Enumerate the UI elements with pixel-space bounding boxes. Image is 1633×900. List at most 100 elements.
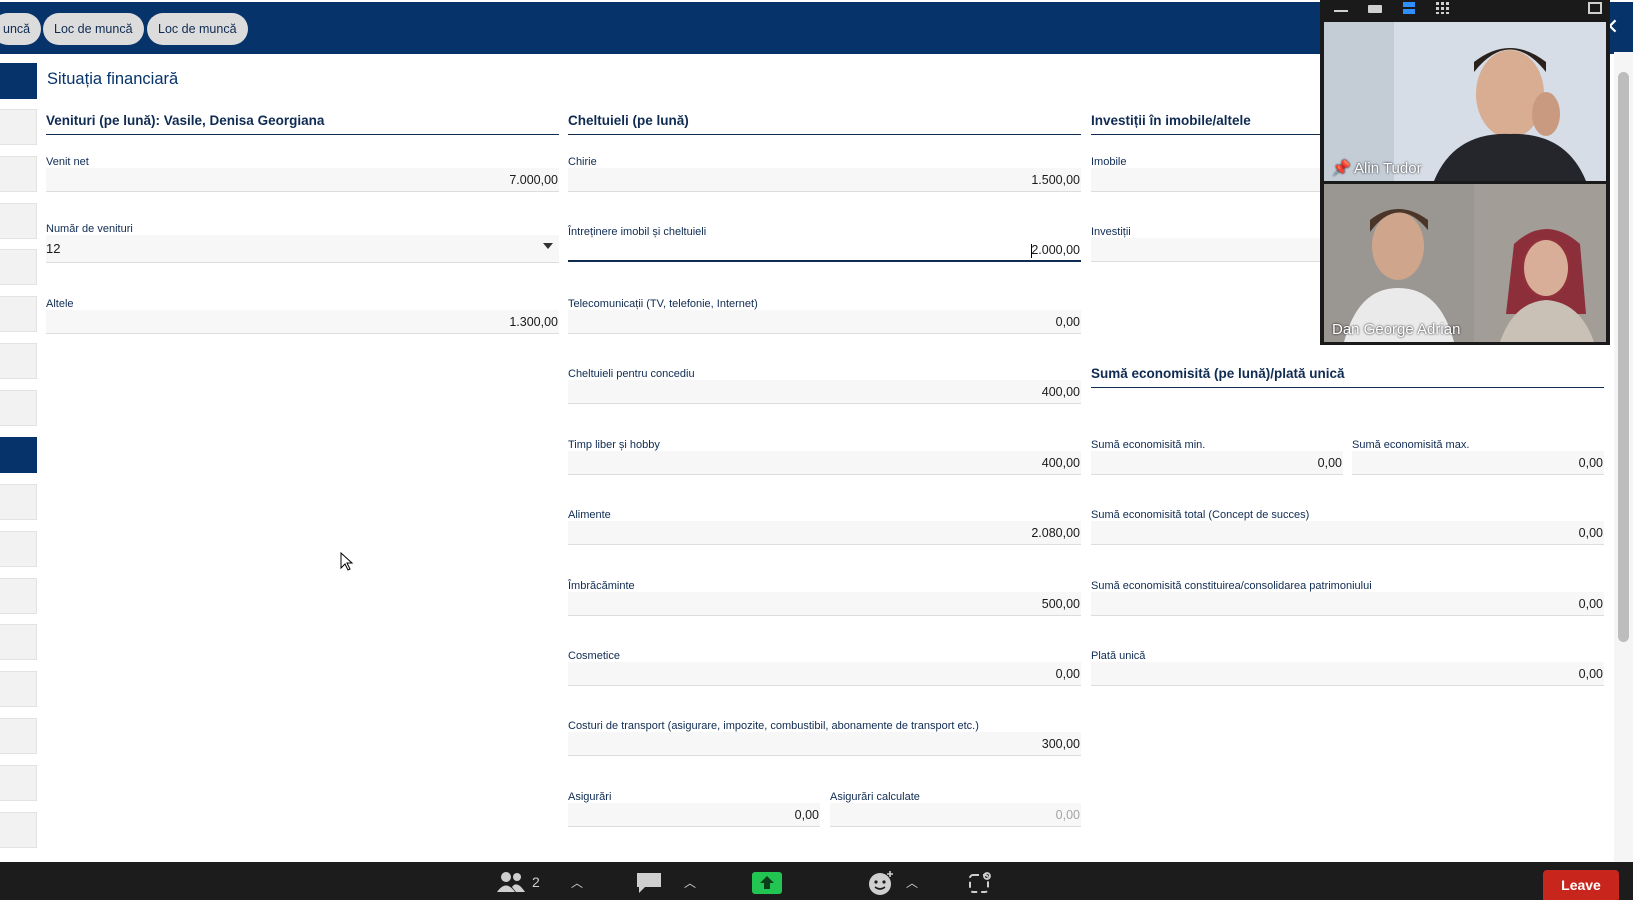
- imbracaminte-label: Îmbrăcăminte: [568, 580, 635, 592]
- sidebar-item-13[interactable]: [0, 624, 37, 660]
- intretinere-input[interactable]: 2.000,00: [568, 238, 1081, 262]
- video-tile-dan-george-adrian[interactable]: Dan George Adrian: [1324, 184, 1606, 342]
- suma-patrimoniu-input[interactable]: 0,00: [1091, 592, 1604, 616]
- participants-icon[interactable]: [496, 871, 526, 893]
- investitii-label: Investiții: [1091, 226, 1131, 238]
- cosmetice-label: Cosmetice: [568, 650, 620, 662]
- venit-net-input[interactable]: 7.000,00: [46, 168, 559, 192]
- mouse-cursor-icon: [340, 552, 354, 571]
- apps-icon[interactable]: [968, 872, 992, 894]
- telecom-field: Telecomunicații (TV, telefonie, Internet…: [568, 298, 1081, 334]
- cosmetice-input[interactable]: 0,00: [568, 662, 1081, 686]
- leave-button[interactable]: Leave: [1543, 870, 1619, 900]
- sidebar-item-10[interactable]: [0, 484, 37, 520]
- transport-input[interactable]: 300,00: [568, 732, 1081, 756]
- altele-input[interactable]: 1.300,00: [46, 310, 559, 334]
- intretinere-label: Întreținere imobil și cheltuieli: [568, 226, 707, 238]
- sidebar-item-2[interactable]: [0, 109, 37, 145]
- suma-min-input[interactable]: 0,00: [1091, 451, 1343, 475]
- sidebar-item-15[interactable]: [0, 718, 37, 754]
- sidebar-item-12[interactable]: [0, 578, 37, 614]
- sidebar-item-17[interactable]: [0, 812, 37, 848]
- participant-name-label: 📌 Alin Tudor: [1332, 159, 1422, 177]
- sidebar-item-9[interactable]: [0, 437, 37, 473]
- minimize-icon[interactable]: [1332, 2, 1350, 14]
- participant-video-image: [1324, 184, 1606, 342]
- video-panel: 📌 Alin Tudor Dan George Adrian: [1320, 0, 1610, 345]
- telecom-input[interactable]: 0,00: [568, 310, 1081, 334]
- alimente-label: Alimente: [568, 509, 611, 521]
- share-screen-icon: [760, 876, 774, 889]
- video-tile-alin-tudor[interactable]: 📌 Alin Tudor: [1324, 22, 1606, 181]
- participant-video-image: [1324, 22, 1606, 181]
- venit-net-field: Venit net 7.000,00: [46, 156, 559, 192]
- plata-unica-label: Plată unică: [1091, 650, 1146, 662]
- intretinere-value: 2.000,00: [1031, 243, 1080, 257]
- income-heading: Venituri (pe lună): Vasile, Denisa Georg…: [46, 113, 559, 135]
- imbracaminte-field: Îmbrăcăminte 500,00: [568, 580, 1081, 616]
- concediu-label: Cheltuieli pentru concediu: [568, 368, 695, 380]
- chat-icon[interactable]: [636, 872, 662, 894]
- sidebar-item-8[interactable]: [0, 390, 37, 426]
- reactions-icon[interactable]: [868, 870, 896, 896]
- gallery-view-icon[interactable]: [1434, 2, 1452, 14]
- chat-chevron-up-icon[interactable]: ︿: [684, 874, 696, 891]
- scrollbar-thumb[interactable]: [1618, 72, 1629, 642]
- sidebar-item-6[interactable]: [0, 296, 37, 332]
- concediu-input[interactable]: 400,00: [568, 380, 1081, 404]
- suma-patrimoniu-field: Sumă economisită constituirea/consolidar…: [1091, 580, 1604, 616]
- asigurari-calculate-field: Asigurări calculate 0,00: [830, 791, 1081, 827]
- tab-loc-de-munca-2[interactable]: Loc de muncă: [43, 13, 144, 45]
- transport-field: Costuri de transport (asigurare, impozit…: [568, 720, 1081, 756]
- sidebar-item-4[interactable]: [0, 203, 37, 239]
- reactions-chevron-up-icon[interactable]: ︿: [906, 874, 918, 891]
- sidebar-item-7[interactable]: [0, 343, 37, 379]
- participant-name: Alin Tudor: [1354, 160, 1422, 177]
- participant-name-label: Dan George Adrian: [1332, 321, 1461, 338]
- suma-patrimoniu-label: Sumă economisită constituirea/consolidar…: [1091, 580, 1372, 592]
- altele-label: Altele: [46, 298, 74, 310]
- asigurari-input[interactable]: 0,00: [568, 803, 820, 827]
- asigurari-calculate-label: Asigurări calculate: [830, 791, 920, 803]
- tab-loc-de-munca-3[interactable]: Loc de muncă: [147, 13, 248, 45]
- asigurari-calculate-value: 0,00: [830, 803, 1081, 827]
- meeting-control-bar: 2 ︿ ︿ ︿ Leave: [0, 862, 1633, 900]
- sidebar-item-5[interactable]: [0, 249, 37, 285]
- suma-total-input[interactable]: 0,00: [1091, 521, 1604, 545]
- alimente-field: Alimente 2.080,00: [568, 509, 1081, 545]
- sidebar-item-14[interactable]: [0, 671, 37, 707]
- sidebar-item-16[interactable]: [0, 765, 37, 801]
- participants-count: 2: [532, 874, 540, 890]
- sidebar-item-3[interactable]: [0, 156, 37, 192]
- tab-loc-de-munca-1[interactable]: uncă: [0, 13, 42, 45]
- numar-venituri-select[interactable]: 12: [46, 235, 559, 263]
- vertical-scrollbar[interactable]: [1614, 52, 1633, 862]
- hobby-input[interactable]: 400,00: [568, 451, 1081, 475]
- asigurari-field: Asigurări 0,00: [568, 791, 820, 827]
- numar-venituri-label: Număr de venituri: [46, 223, 133, 235]
- alimente-input[interactable]: 2.080,00: [568, 521, 1081, 545]
- altele-field: Altele 1.300,00: [46, 298, 559, 334]
- plata-unica-input[interactable]: 0,00: [1091, 662, 1604, 686]
- suma-max-field: Sumă economisită max. 0,00: [1352, 439, 1604, 475]
- sidebar-item-1[interactable]: [0, 63, 37, 99]
- suma-min-field: Sumă economisită min. 0,00: [1091, 439, 1343, 475]
- suma-max-input[interactable]: 0,00: [1352, 451, 1604, 475]
- speaker-view-icon[interactable]: [1400, 2, 1418, 14]
- chirie-input[interactable]: 1.500,00: [568, 168, 1081, 192]
- pin-icon: 📌: [1332, 160, 1351, 177]
- imbracaminte-input[interactable]: 500,00: [568, 592, 1081, 616]
- share-screen-button[interactable]: [752, 872, 782, 894]
- hide-video-icon[interactable]: [1366, 2, 1384, 14]
- chirie-label: Chirie: [568, 156, 597, 168]
- sidebar-item-11[interactable]: [0, 531, 37, 567]
- cosmetice-field: Cosmetice 0,00: [568, 650, 1081, 686]
- participants-chevron-up-icon[interactable]: ︿: [571, 874, 583, 891]
- hobby-label: Timp liber și hobby: [568, 439, 660, 451]
- plata-unica-field: Plată unică 0,00: [1091, 650, 1604, 686]
- page-title: Situația financiară: [47, 70, 179, 88]
- intretinere-field: Întreținere imobil și cheltuieli 2.000,0…: [568, 226, 1081, 262]
- pop-out-icon[interactable]: [1586, 2, 1604, 14]
- savings-heading: Sumă economisită (pe lună)/plată unică: [1091, 366, 1604, 388]
- numar-venituri-field: Număr de venituri 12: [46, 223, 559, 263]
